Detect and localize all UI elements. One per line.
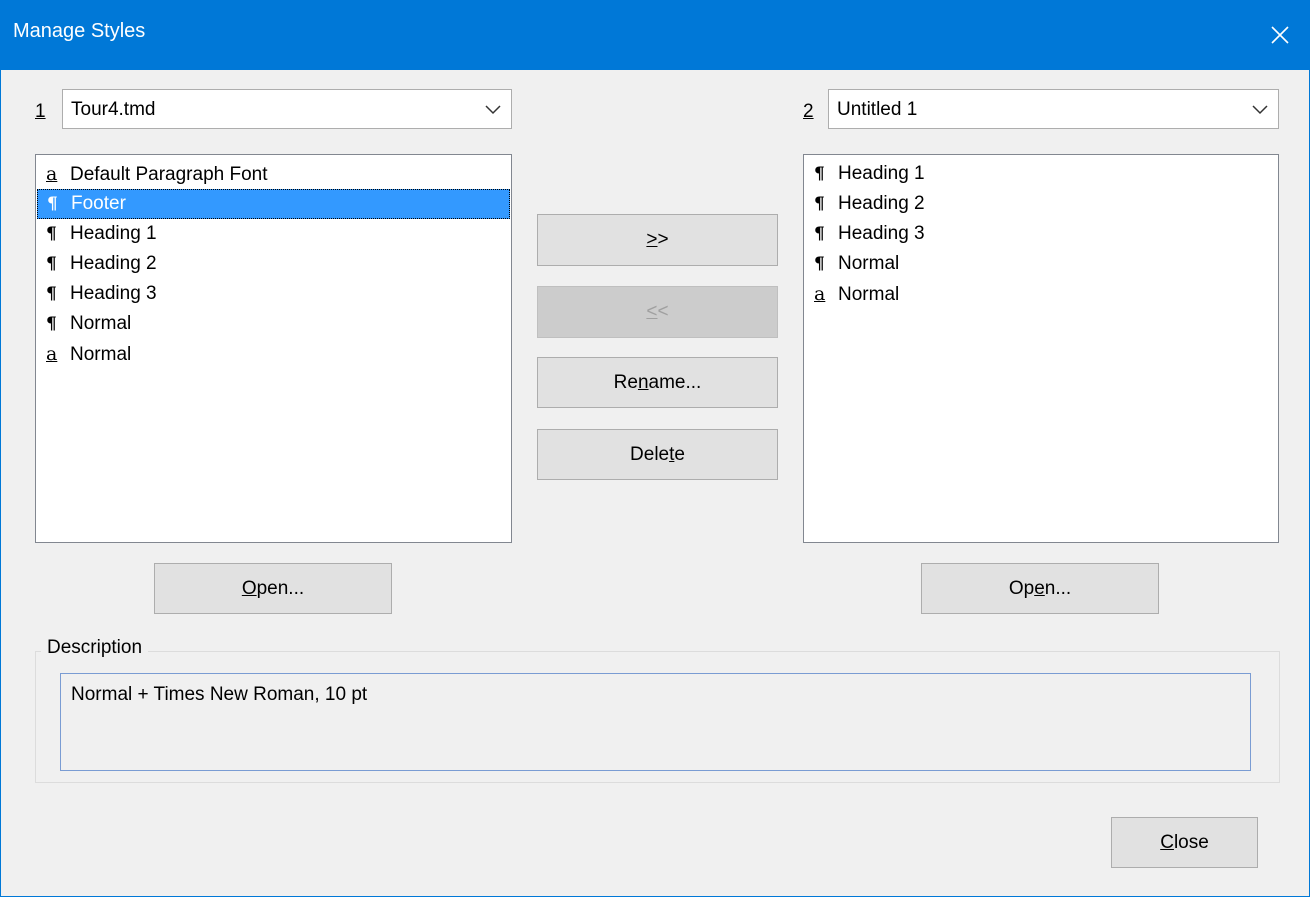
list-item-label: Heading 3 xyxy=(838,223,925,244)
right-file-select[interactable]: Untitled 1 xyxy=(828,89,1279,129)
rename-label-mnemonic: n xyxy=(637,371,649,393)
title-bar: Manage Styles xyxy=(1,0,1310,70)
list-item[interactable]: ¶ Heading 3 xyxy=(36,279,511,309)
right-file-value: Untitled 1 xyxy=(837,99,918,120)
list-item-label: Footer xyxy=(71,193,126,214)
right-open-label-mnemonic: e xyxy=(1034,577,1045,599)
left-open-label-mnemonic: O xyxy=(241,577,257,599)
right-open-label-pre: Op xyxy=(1008,577,1035,599)
list-item-label: Normal xyxy=(838,253,900,274)
rename-label-post: ame... xyxy=(648,371,702,393)
paragraph-style-icon: ¶ xyxy=(814,164,825,184)
paragraph-style-icon: ¶ xyxy=(814,224,825,244)
left-file-select[interactable]: Tour4.tmd xyxy=(62,89,512,129)
right-open-label-post: n... xyxy=(1044,577,1072,599)
copy-right-mnemonic: > xyxy=(646,229,658,250)
list-item-label: Heading 2 xyxy=(838,193,925,214)
list-item[interactable]: ¶ Footer xyxy=(37,189,510,219)
left-style-list[interactable]: a Default Paragraph Font ¶ Footer ¶ Heading 1… xyxy=(35,154,512,543)
list-item-label: Normal xyxy=(838,284,900,305)
list-item[interactable]: ¶ Heading 2 xyxy=(36,249,511,279)
copy-right-label: > xyxy=(657,229,669,250)
character-style-icon: a xyxy=(46,163,58,185)
rename-label-pre: Re xyxy=(613,371,638,393)
close-label-mnemonic: C xyxy=(1160,831,1174,853)
chevron-down-icon xyxy=(1252,105,1268,115)
left-open-button[interactable]: Open... xyxy=(154,563,392,614)
paragraph-style-icon: ¶ xyxy=(814,254,825,274)
list-item[interactable]: ¶ Heading 1 xyxy=(804,159,1278,189)
right-open-button[interactable]: Op e n... xyxy=(921,563,1159,614)
list-item-label: Heading 1 xyxy=(838,163,925,184)
list-item[interactable]: ¶ Normal xyxy=(804,249,1278,279)
paragraph-style-icon: ¶ xyxy=(46,224,57,244)
close-window-button[interactable] xyxy=(1249,0,1310,70)
close-button[interactable]: Close xyxy=(1111,817,1258,868)
character-style-icon: a xyxy=(814,283,826,305)
copy-left-label: < xyxy=(657,301,669,322)
list-item-label: Heading 1 xyxy=(70,223,157,244)
delete-label-post: e xyxy=(674,443,685,465)
chevron-down-icon xyxy=(485,105,501,115)
list-item[interactable]: ¶ Heading 1 xyxy=(36,219,511,249)
list-item[interactable]: ¶ Heading 2 xyxy=(804,189,1278,219)
left-number-label: 1 xyxy=(35,101,46,122)
list-item-label: Normal xyxy=(70,344,132,365)
copy-right-button[interactable]: > > xyxy=(537,214,778,266)
list-item[interactable]: ¶ Normal xyxy=(36,309,511,339)
list-item-label: Heading 2 xyxy=(70,253,157,274)
paragraph-style-icon: ¶ xyxy=(814,194,825,214)
copy-left-button[interactable]: < < xyxy=(537,286,778,338)
description-label: Description xyxy=(41,637,149,659)
paragraph-style-icon: ¶ xyxy=(46,284,57,304)
right-number-label: 2 xyxy=(803,101,814,122)
list-item[interactable]: ¶ Heading 3 xyxy=(804,219,1278,249)
close-icon xyxy=(1271,26,1289,44)
list-item-label: Default Paragraph Font xyxy=(70,164,268,185)
list-item[interactable]: a Normal xyxy=(36,339,511,369)
left-open-label-post: pen... xyxy=(256,577,305,599)
delete-button[interactable]: Dele t e xyxy=(537,429,778,480)
list-item-label: Normal xyxy=(70,313,132,334)
right-style-list[interactable]: ¶ Heading 1 ¶ Heading 2 ¶ Heading 3 ¶ Normal a No… xyxy=(803,154,1279,543)
list-item[interactable]: a Normal xyxy=(804,279,1278,309)
paragraph-style-icon: ¶ xyxy=(46,314,57,334)
list-item-label: Heading 3 xyxy=(70,283,157,304)
copy-left-mnemonic: < xyxy=(646,301,658,322)
delete-label-pre: Dele xyxy=(630,443,670,465)
list-item[interactable]: a Default Paragraph Font xyxy=(36,159,511,189)
paragraph-style-icon: ¶ xyxy=(47,194,58,214)
close-label-post: lose xyxy=(1173,831,1209,853)
manage-styles-dialog: Manage Styles 1 Tour4.tmd a Default Parag… xyxy=(0,0,1310,897)
paragraph-style-icon: ¶ xyxy=(46,254,57,274)
left-file-value: Tour4.tmd xyxy=(71,99,156,120)
dialog-title: Manage Styles xyxy=(13,20,146,42)
rename-button[interactable]: Re n ame... xyxy=(537,357,778,408)
description-text: Normal + Times New Roman, 10 pt xyxy=(60,673,1251,771)
character-style-icon: a xyxy=(46,343,58,365)
